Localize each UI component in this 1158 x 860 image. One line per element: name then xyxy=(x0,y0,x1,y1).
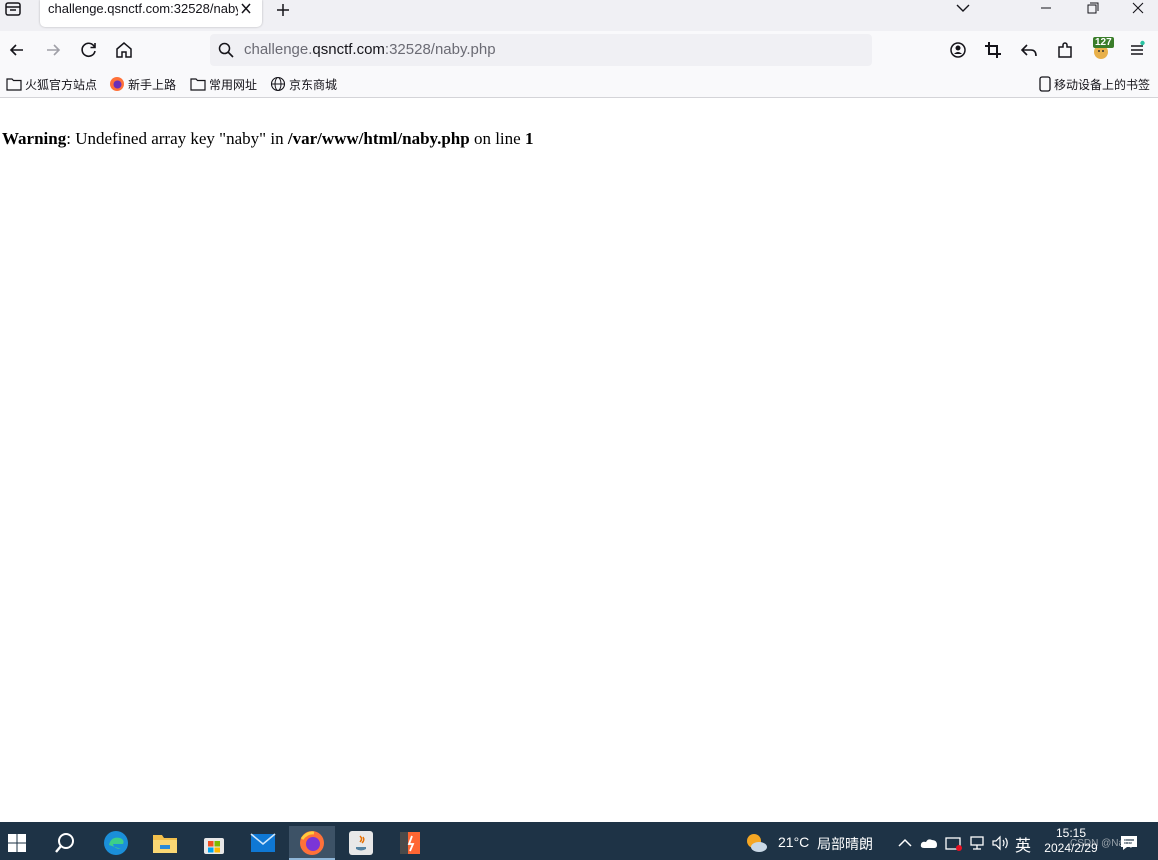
firefox-icon xyxy=(110,77,124,91)
bookmark-label: 火狐官方站点 xyxy=(25,77,98,92)
new-tab-button[interactable] xyxy=(274,1,292,19)
input-method-indicator[interactable]: 英 xyxy=(1015,832,1031,856)
chevron-up-icon[interactable] xyxy=(893,826,917,860)
list-all-tabs-button[interactable] xyxy=(940,0,986,20)
tab-strip: challenge.qsnctf.com:32528/naby.php xyxy=(0,0,1158,31)
url-bar[interactable]: challenge.qsnctf.com:32528/naby.php xyxy=(210,34,872,66)
bookmark-item[interactable]: 新手上路 xyxy=(109,76,176,92)
warning-message: : Undefined array key "naby" in xyxy=(66,129,288,148)
tab-title: challenge.qsnctf.com:32528/naby.php xyxy=(48,1,238,16)
csdn-watermark: CSDN @Naby xyxy=(1070,838,1135,849)
home-button[interactable] xyxy=(112,38,136,62)
tab-active[interactable]: challenge.qsnctf.com:32528/naby.php xyxy=(40,0,262,27)
reload-button[interactable] xyxy=(77,38,101,62)
bookmarks-toolbar: 火狐官方站点 新手上路 常用网址 京东商城 移动设备上的书签 xyxy=(0,69,1158,98)
network-icon[interactable] xyxy=(966,826,990,860)
volume-icon[interactable] xyxy=(989,826,1013,860)
minimize-button[interactable] xyxy=(1023,0,1069,20)
forward-button[interactable] xyxy=(41,38,65,62)
globe-icon xyxy=(270,76,286,92)
warning-line-number: 1 xyxy=(524,129,534,148)
url-prefix: challenge. xyxy=(244,41,313,58)
weather-description[interactable]: 局部晴朗 xyxy=(817,834,873,854)
extensions-puzzle-icon[interactable] xyxy=(1053,38,1077,62)
tab-overview-icon[interactable] xyxy=(4,1,22,17)
url-text[interactable]: challenge.qsnctf.com:32528/naby.php xyxy=(244,42,496,58)
mobile-bookmarks-label: 移动设备上的书签 xyxy=(1054,77,1151,92)
search-icon[interactable] xyxy=(42,826,88,860)
taskbar: 21°C 局部晴朗 英 15:15 2024/2/29 xyxy=(0,822,1158,860)
navigation-toolbar: challenge.qsnctf.com:32528/naby.php 127 xyxy=(0,31,1158,69)
page-content: Warning: Undefined array key "naby" in /… xyxy=(0,99,1158,822)
bookmark-item[interactable]: 常用网址 xyxy=(190,76,257,92)
close-icon[interactable] xyxy=(238,1,254,17)
weather-temperature[interactable]: 21°C xyxy=(778,834,809,850)
mail-icon[interactable] xyxy=(240,826,286,860)
windows-start-icon[interactable] xyxy=(0,826,40,860)
extension-badge: 127 xyxy=(1093,37,1114,48)
edge-browser-icon[interactable] xyxy=(93,826,139,860)
url-domain: qsnctf.com xyxy=(312,41,385,58)
url-suffix: :32528/naby.php xyxy=(384,41,496,58)
bookmark-label: 常用网址 xyxy=(209,77,258,92)
warning-path: /var/www/html/naby.php xyxy=(287,129,470,148)
warning-label: Warning xyxy=(2,129,67,148)
warning-on-line: on line xyxy=(469,129,525,148)
menu-icon[interactable] xyxy=(1125,38,1149,62)
php-warning: Warning: Undefined array key "naby" in /… xyxy=(2,129,533,149)
weather-sun-icon[interactable] xyxy=(736,826,776,860)
java-app-icon[interactable] xyxy=(338,826,384,860)
folder-icon xyxy=(190,78,206,91)
bookmark-label: 京东商城 xyxy=(289,77,338,92)
bookmark-item[interactable]: 京东商城 xyxy=(270,76,337,92)
search-icon xyxy=(218,42,234,58)
mobile-bookmarks[interactable]: 移动设备上的书签 xyxy=(1039,76,1150,92)
back-button[interactable] xyxy=(5,38,29,62)
mobile-device-icon xyxy=(1039,76,1051,92)
file-explorer-icon[interactable] xyxy=(142,826,188,860)
account-icon[interactable] xyxy=(946,38,970,62)
security-shield-icon[interactable] xyxy=(942,826,966,860)
folder-icon xyxy=(6,78,22,91)
firefox-taskbar-icon[interactable] xyxy=(289,826,335,860)
screenshot-crop-icon[interactable] xyxy=(981,38,1005,62)
microsoft-store-icon[interactable] xyxy=(191,826,237,860)
window-close-button[interactable] xyxy=(1115,0,1158,20)
bookmark-label: 新手上路 xyxy=(128,77,177,92)
restore-button[interactable] xyxy=(1069,0,1115,20)
bookmark-item[interactable]: 火狐官方站点 xyxy=(6,76,97,92)
burp-suite-icon[interactable] xyxy=(387,826,433,860)
onedrive-cloud-icon[interactable] xyxy=(917,826,941,860)
reply-arrow-icon[interactable] xyxy=(1017,38,1041,62)
